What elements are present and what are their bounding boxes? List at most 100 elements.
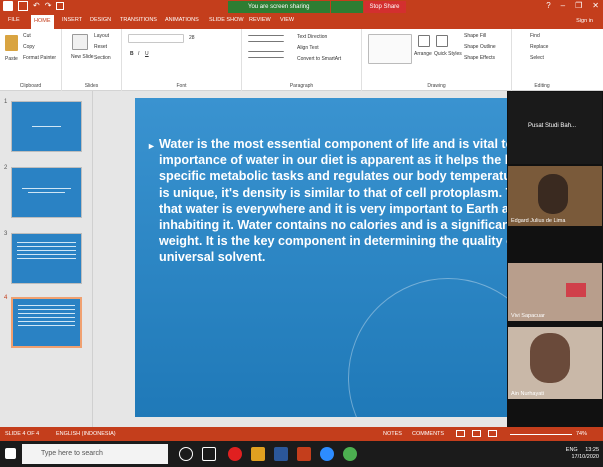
convert-smartart-button[interactable]: Convert to SmartArt	[297, 56, 341, 62]
tab-transitions[interactable]: TRANSITIONS	[120, 17, 157, 23]
slide-thumbnail-1[interactable]	[11, 101, 82, 152]
slide-indicator: SLIDE 4 OF 4	[5, 431, 40, 437]
find-button[interactable]: Find	[530, 33, 540, 39]
slide-number-4: 4	[4, 295, 8, 301]
tab-view[interactable]: VIEW	[280, 17, 294, 23]
file-explorer-icon[interactable]	[251, 447, 265, 461]
new-slide-icon[interactable]	[72, 34, 88, 50]
format-painter-button[interactable]: Format Painter	[23, 55, 56, 61]
opera-icon[interactable]	[228, 447, 242, 461]
participant-tile-1[interactable]: Pusat Studi Bah...	[508, 92, 602, 164]
quick-styles-icon[interactable]	[436, 35, 448, 47]
powerpoint-icon[interactable]	[297, 447, 311, 461]
slide-sorter-icon[interactable]	[472, 430, 481, 437]
slide-decoration	[348, 278, 508, 417]
tab-home[interactable]: HOME	[31, 15, 54, 29]
shapes-gallery[interactable]	[368, 34, 412, 64]
thumb-text-line	[17, 258, 76, 259]
windows-start-icon[interactable]	[5, 448, 16, 459]
slide-thumbnail-2[interactable]	[11, 167, 82, 218]
language-tray[interactable]: ENG	[566, 447, 578, 453]
shape-effects-button[interactable]: Shape Effects	[464, 55, 495, 61]
title-bar: ↶ ↷ You are screen sharing Stop Share ? …	[0, 0, 603, 14]
participant-tile-3[interactable]: Vivi Sapacuar	[508, 263, 602, 321]
text-direction-button[interactable]: Text Direction	[297, 34, 327, 40]
cut-button[interactable]: Cut	[23, 33, 31, 39]
shape-outline-button[interactable]: Shape Outline	[464, 44, 496, 50]
save-icon[interactable]	[18, 1, 28, 11]
group-drawing: Arrange Quick Styles Shape Fill Shape Ou…	[362, 29, 512, 91]
section-button[interactable]: Section	[94, 55, 111, 61]
reset-button[interactable]: Reset	[94, 44, 107, 50]
word-icon[interactable]	[274, 447, 288, 461]
task-view-icon[interactable]	[202, 447, 216, 461]
stop-share-button[interactable]: Stop Share	[363, 1, 406, 13]
tab-animations[interactable]: ANIMATIONS	[165, 17, 199, 23]
slide-thumbnail-3[interactable]	[11, 233, 82, 284]
paste-button[interactable]: Paste	[5, 56, 18, 62]
layout-button[interactable]: Layout	[94, 33, 109, 39]
ribbon: Paste Cut Copy Format Painter Clipboard …	[0, 29, 603, 91]
paste-icon[interactable]	[5, 35, 18, 51]
system-tray: ENG 13:25 17/10/2020	[566, 447, 599, 461]
clock-time[interactable]: 13:25	[585, 447, 599, 454]
align-icon[interactable]	[248, 51, 284, 58]
bullets-icon[interactable]	[248, 35, 284, 42]
language-indicator[interactable]: ENGLISH (INDONESIA)	[56, 431, 116, 437]
clock-date[interactable]: 17/10/2020	[571, 454, 599, 460]
bold-button[interactable]: B	[130, 51, 134, 57]
copy-button[interactable]: Copy	[23, 44, 35, 50]
slides-label: Slides	[84, 83, 99, 89]
cortana-icon[interactable]	[179, 447, 193, 461]
thumb-text-line	[18, 305, 75, 306]
slide-body-text[interactable]: ► Water is the most essential component …	[147, 136, 508, 266]
participant-tile-4[interactable]: Ain Nurhayati	[508, 327, 602, 399]
underline-button[interactable]: U	[145, 51, 149, 57]
quick-styles-button[interactable]: Quick Styles	[434, 51, 462, 57]
new-slide-button[interactable]: New Slide	[71, 54, 94, 60]
sign-in-link[interactable]: Sign in	[576, 18, 593, 24]
share-controls[interactable]	[330, 1, 363, 13]
tab-insert[interactable]: INSERT	[62, 17, 82, 23]
comments-button[interactable]: COMMENTS	[412, 431, 444, 437]
zoom-level[interactable]: 74%	[576, 431, 587, 437]
slide-paragraph: Water is the most essential component of…	[159, 137, 508, 265]
arrange-icon[interactable]	[418, 35, 430, 47]
tab-slide-show[interactable]: SLIDE SHOW	[209, 17, 244, 23]
thumb-text-line	[17, 242, 76, 243]
italic-button[interactable]: I	[138, 51, 139, 57]
zoom-icon[interactable]	[320, 447, 334, 461]
start-from-beginning-icon[interactable]	[56, 2, 65, 10]
tab-design[interactable]: DESIGN	[90, 17, 111, 23]
redo-icon[interactable]: ↷	[45, 1, 52, 11]
tab-review[interactable]: REVIEW	[249, 17, 271, 23]
participant-video	[566, 283, 586, 297]
notes-button[interactable]: NOTES	[383, 431, 402, 437]
align-text-button[interactable]: Align Text	[297, 45, 319, 51]
help-button[interactable]: ?	[546, 1, 550, 10]
thumb-text-line	[17, 250, 76, 251]
slide-number-1: 1	[4, 99, 8, 105]
select-button[interactable]: Select	[530, 55, 544, 61]
tab-file[interactable]: FILE	[8, 17, 20, 23]
undo-icon[interactable]: ↶	[33, 1, 40, 11]
group-clipboard: Paste Cut Copy Format Painter Clipboard	[0, 29, 62, 91]
chrome-icon[interactable]	[343, 447, 357, 461]
thumb-text-line	[28, 192, 65, 193]
font-size-combobox[interactable]: 28	[189, 35, 195, 41]
taskbar-search-box[interactable]: Type here to search	[22, 444, 168, 464]
slide-thumbnail-4[interactable]	[11, 297, 82, 348]
minimize-button[interactable]: –	[561, 1, 565, 10]
current-slide[interactable]: ► Water is the most essential component …	[135, 98, 508, 417]
participant-tile-2[interactable]: Edgard Julius de Lima	[508, 166, 602, 226]
shape-fill-button[interactable]: Shape Fill	[464, 33, 486, 39]
font-name-combobox[interactable]	[128, 34, 184, 43]
thumb-text-line	[17, 254, 76, 255]
normal-view-icon[interactable]	[456, 430, 465, 437]
arrange-button[interactable]: Arrange	[414, 51, 432, 57]
zoom-slider[interactable]	[510, 434, 572, 435]
reading-view-icon[interactable]	[488, 430, 497, 437]
close-button[interactable]: ✕	[592, 1, 599, 10]
restore-button[interactable]: ❐	[575, 1, 582, 10]
replace-button[interactable]: Replace	[530, 44, 548, 50]
